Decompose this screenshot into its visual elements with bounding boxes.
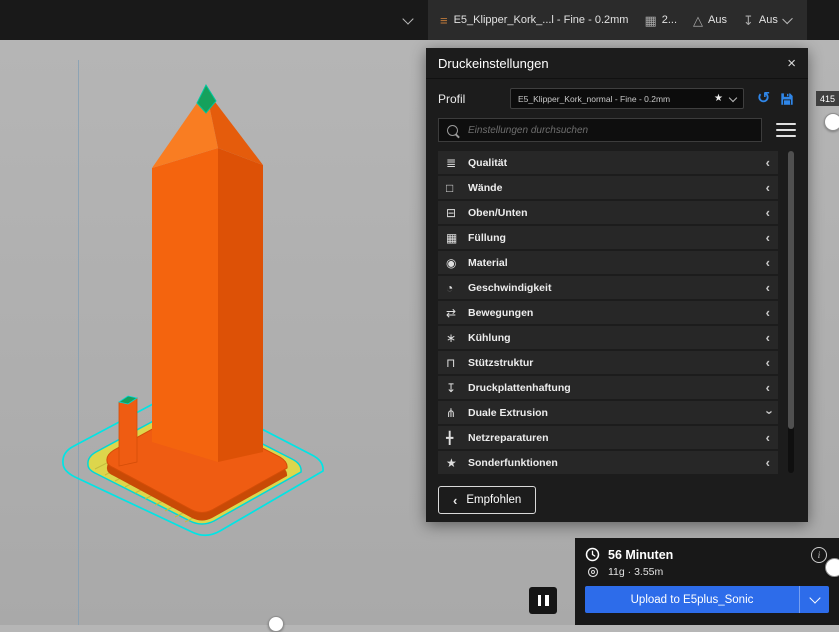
- scrollbar-thumb[interactable]: [788, 151, 794, 429]
- upload-button-label: Upload to E5plus_Sonic: [630, 593, 754, 606]
- chevron-icon: ‹: [765, 155, 770, 170]
- support-icon: ⊓: [446, 355, 456, 370]
- material-estimate: 11g · 3.55m: [608, 566, 664, 578]
- clock-icon: [585, 547, 600, 562]
- walls-icon: □: [446, 180, 454, 195]
- top-bottom-icon: ⊟: [446, 205, 457, 220]
- infill-value: 2...: [661, 14, 678, 26]
- settings-category-infill[interactable]: ▦ Füllung ‹: [438, 226, 778, 249]
- save-profile-button[interactable]: [780, 92, 794, 106]
- panel-title: Druckeinstellungen: [438, 55, 549, 71]
- search-input[interactable]: [466, 123, 754, 137]
- settings-category-dual-extrusion[interactable]: ⋔ Duale Extrusion ‹: [438, 401, 778, 424]
- profile-summary: E5_Klipper_Kork_...l - Fine - 0.2mm: [453, 14, 629, 26]
- material-spool-icon: [587, 566, 599, 578]
- print-settings-panel: Druckeinstellungen × Profil E5_Klipper_K…: [426, 48, 808, 522]
- settings-category-list: ≣ Qualität ‹ □ Wände ‹ ⊟ Oben/Unten ‹ ▦ …: [438, 151, 796, 474]
- close-icon[interactable]: ×: [787, 56, 796, 71]
- settings-category-special-modes[interactable]: ★ Sonderfunktionen ‹: [438, 451, 778, 474]
- chevron-left-icon: ‹: [453, 492, 458, 508]
- settings-category-material[interactable]: ◉ Material ‹: [438, 251, 778, 274]
- infill-icon: ▦: [644, 12, 657, 28]
- infill-icon: ▦: [446, 230, 458, 245]
- profile-label: Profil: [438, 91, 466, 106]
- simulation-slider-handle[interactable]: [268, 616, 284, 632]
- adhesion-summary: ↧ Aus: [743, 14, 778, 27]
- special-modes-icon: ★: [446, 455, 457, 470]
- chevron-icon: ‹: [765, 455, 770, 470]
- chevron-icon: ‹: [765, 255, 770, 270]
- quality-icon: ≣: [446, 155, 457, 170]
- infill-summary: ▦ 2...: [644, 14, 677, 27]
- tower-left-face: [152, 148, 218, 462]
- chevron-icon: ‹: [765, 380, 770, 395]
- speed-icon: ◔: [446, 280, 454, 295]
- top-layer-value: 415: [816, 91, 839, 106]
- topbar: ≡ E5_Klipper_Kork_...l - Fine - 0.2mm ▦ …: [0, 0, 839, 40]
- panel-header: Druckeinstellungen ×: [426, 48, 808, 79]
- profile-icon: ≡: [440, 12, 448, 28]
- mesh-fixes-icon: ╋: [446, 430, 454, 445]
- chevron-down-icon: [728, 93, 738, 102]
- settings-category-adhesion[interactable]: ↧ Druckplattenhaftung ‹: [438, 376, 778, 399]
- print-job-panel: 56 Minuten i 11g · 3.55m Upload to E5plu…: [575, 538, 839, 625]
- chevron-icon: ‹: [765, 280, 770, 295]
- chevron-icon: ‹: [760, 410, 776, 415]
- chevron-down-icon: [402, 12, 414, 25]
- print-time-estimate: 56 Minuten: [608, 547, 674, 562]
- chevron-icon: ‹: [765, 430, 770, 445]
- floppy-icon: [781, 92, 794, 105]
- chevron-icon: ‹: [765, 205, 770, 220]
- profile-dropdown-value: E5_Klipper_Kork_normal - Fine - 0.2mm: [518, 93, 671, 104]
- setting-visibility-menu-icon[interactable]: [776, 123, 796, 137]
- recommended-label: Empfohlen: [466, 494, 522, 506]
- chevron-icon: ‹: [765, 355, 770, 370]
- settings-category-speed[interactable]: ◔ Geschwindigkeit ‹: [438, 276, 778, 299]
- upload-options-button[interactable]: [799, 586, 829, 613]
- travel-icon: ⇄: [446, 305, 457, 320]
- profile-dropdown[interactable]: E5_Klipper_Kork_normal - Fine - 0.2mm ★: [510, 88, 744, 109]
- chevron-icon: ‹: [765, 305, 770, 320]
- adhesion-value: Aus: [758, 14, 778, 26]
- print-settings-summary-button[interactable]: ≡ E5_Klipper_Kork_...l - Fine - 0.2mm ▦ …: [428, 0, 807, 40]
- settings-search-box: [438, 118, 763, 142]
- settings-category-top-bottom[interactable]: ⊟ Oben/Unten ‹: [438, 201, 778, 224]
- play-pause-button[interactable]: [529, 587, 557, 614]
- chevron-icon: ‹: [765, 180, 770, 195]
- adhesion-icon: ↧: [743, 12, 754, 28]
- settings-category-mesh-fixes[interactable]: ╋ Netzreparaturen ‹: [438, 426, 778, 449]
- chevron-icon: ‹: [765, 330, 770, 345]
- settings-category-quality[interactable]: ≣ Qualität ‹: [438, 151, 778, 174]
- reset-profile-button[interactable]: ↺: [757, 90, 770, 107]
- layer-slider-bottom-handle[interactable]: [825, 558, 839, 577]
- info-icon[interactable]: i: [811, 547, 827, 563]
- support-icon: △: [693, 12, 704, 28]
- prime-pillar: [118, 397, 138, 467]
- chevron-down-icon: [808, 592, 821, 604]
- search-icon: [447, 124, 458, 136]
- pause-icon: [537, 595, 541, 606]
- cooling-icon: ∗: [446, 330, 457, 345]
- recommended-mode-button[interactable]: ‹ Empfohlen: [438, 486, 537, 514]
- upload-button[interactable]: Upload to E5plus_Sonic: [585, 586, 829, 613]
- chevron-icon: ‹: [765, 230, 770, 245]
- printer-selector[interactable]: [0, 0, 428, 40]
- settings-category-travel[interactable]: ⇄ Bewegungen ‹: [438, 301, 778, 324]
- tower-right-face: [218, 148, 263, 462]
- layer-slider-top-handle[interactable]: [824, 113, 839, 131]
- settings-category-cooling[interactable]: ∗ Kühlung ‹: [438, 326, 778, 349]
- star-icon: ★: [714, 93, 723, 104]
- pause-icon: [545, 595, 549, 606]
- scrollbar[interactable]: [788, 151, 794, 473]
- chevron-down-icon: [782, 13, 793, 24]
- adhesion-icon: ↧: [446, 380, 457, 395]
- material-icon: ◉: [446, 255, 457, 270]
- support-value: Aus: [708, 14, 728, 26]
- dual-extrusion-icon: ⋔: [446, 405, 457, 420]
- support-summary: △ Aus: [693, 14, 727, 27]
- settings-category-support[interactable]: ⊓ Stützstruktur ‹: [438, 351, 778, 374]
- settings-category-walls[interactable]: □ Wände ‹: [438, 176, 778, 199]
